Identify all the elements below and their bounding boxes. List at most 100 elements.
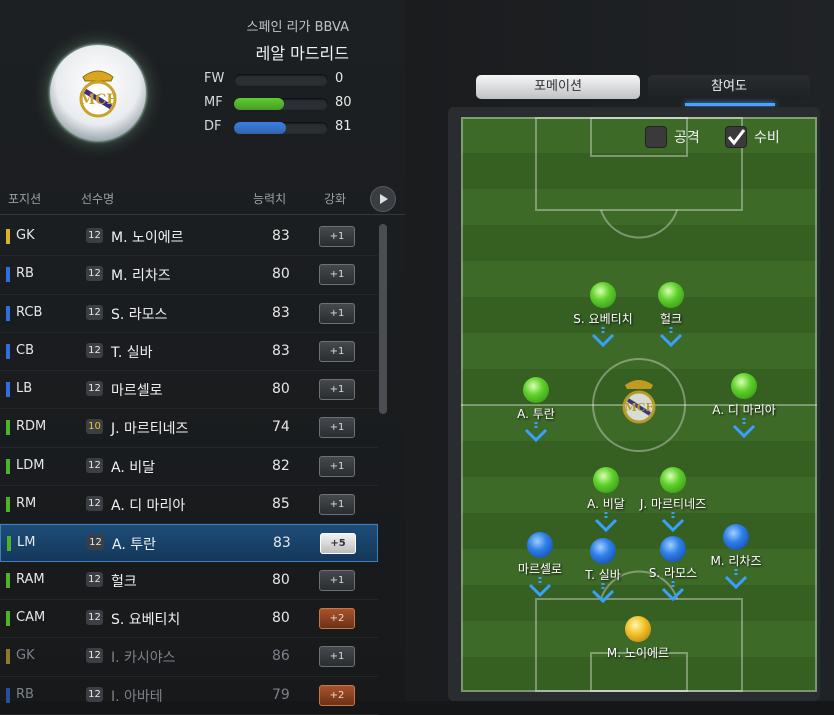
- enhance-level-button[interactable]: +2: [319, 607, 355, 629]
- player-rating: 82: [272, 457, 290, 474]
- player-row[interactable]: LB 12 마르셀로 80 +1: [0, 371, 378, 410]
- col-rating[interactable]: 능력치: [253, 190, 286, 207]
- stat-value: 0: [335, 71, 344, 86]
- defense-checkbox[interactable]: [725, 126, 747, 148]
- enhance-level-button[interactable]: +1: [319, 569, 355, 591]
- enhance-level-button[interactable]: +1: [319, 417, 355, 439]
- move-down-arrow-icon: [659, 327, 683, 348]
- team-header: MCF 스페인 리가 BBVA 레알 마드리드 FW 0 MF 80 DF 81: [0, 0, 405, 185]
- player-position: CAM: [16, 609, 46, 625]
- player-name: J. 마르티네즈: [111, 421, 189, 438]
- player-name: A. 디 마리아: [111, 498, 186, 515]
- pitch-player-marker[interactable]: [660, 467, 686, 493]
- squad-panel: MCF 스페인 리가 BBVA 레알 마드리드 FW 0 MF 80 DF 81 포…: [0, 0, 405, 715]
- move-down-arrow-icon: [591, 583, 615, 604]
- pitch-player-marker[interactable]: [523, 377, 549, 403]
- pitch-player-marker[interactable]: [660, 536, 686, 562]
- pitch-player-marker[interactable]: [590, 282, 616, 308]
- player-row[interactable]: GK 12 I. 카시야스 86 +1: [0, 638, 378, 677]
- pitch-player-name: 헐크: [659, 312, 683, 326]
- move-down-arrow-icon: [591, 327, 615, 348]
- tab-participation[interactable]: 참여도: [648, 75, 810, 99]
- pitch-player-marker[interactable]: [723, 524, 749, 550]
- player-position: RB: [16, 266, 34, 282]
- enhance-level-button[interactable]: +1: [319, 455, 355, 477]
- player-row[interactable]: GK 12 M. 노이에르 83 +1: [0, 218, 378, 257]
- move-down-arrow-icon: [594, 512, 618, 533]
- pitch-player-name: S. 라모스: [648, 566, 698, 580]
- defense-label: 수비: [754, 130, 780, 146]
- player-position: RCB: [16, 304, 43, 320]
- player-list: GK 12 M. 노이에르 83 +1 RB 12 M. 리차즈 80 +1 R…: [0, 218, 378, 715]
- player-row[interactable]: CAM 12 S. 요베티치 80 +2: [0, 600, 378, 639]
- player-name: I. 카시야스: [111, 650, 176, 667]
- card-season-badge: 12: [87, 535, 104, 551]
- player-position: LDM: [16, 457, 45, 473]
- pitch-player-name: M. 리차즈: [710, 554, 762, 568]
- pitch-player-marker[interactable]: [593, 467, 619, 493]
- player-row[interactable]: CB 12 T. 실바 83 +1: [0, 333, 378, 372]
- player-row[interactable]: RAM 12 헐크 80 +1: [0, 562, 378, 600]
- player-row[interactable]: RM 12 A. 디 마리아 85 +1: [0, 486, 378, 525]
- pitch-player-marker[interactable]: [590, 538, 616, 564]
- enhance-level-button[interactable]: +1: [319, 226, 355, 247]
- move-down-arrow-icon: [732, 418, 756, 439]
- position-color-bar: [6, 229, 10, 244]
- player-row[interactable]: LM 12 A. 투란 83 +5: [0, 524, 378, 562]
- enhance-level-button[interactable]: +1: [319, 340, 355, 362]
- card-season-badge: 12: [86, 609, 103, 625]
- stat-label: DF: [204, 119, 222, 134]
- next-page-button[interactable]: [370, 186, 396, 212]
- tab-formation[interactable]: 포메이션: [476, 75, 640, 99]
- card-season-badge: 12: [86, 266, 103, 282]
- position-color-bar: [6, 420, 10, 436]
- pitch-player-marker[interactable]: [625, 616, 651, 642]
- card-season-badge: 12: [86, 228, 103, 243]
- pitch-player-marker[interactable]: [527, 532, 553, 558]
- enhance-level-button[interactable]: +1: [319, 264, 355, 286]
- svg-text:MCF: MCF: [80, 92, 117, 108]
- move-down-arrow-icon: [524, 422, 548, 443]
- move-down-arrow-icon: [724, 569, 748, 590]
- enhance-level-button[interactable]: +1: [319, 379, 355, 401]
- active-tab-indicator: [685, 103, 775, 106]
- col-name[interactable]: 선수명: [81, 190, 114, 207]
- position-color-bar: [6, 267, 10, 283]
- pitch-player-marker[interactable]: [658, 282, 684, 308]
- card-season-badge: 10: [86, 419, 103, 435]
- player-row[interactable]: RB 12 I. 아바테 79 +2: [0, 677, 378, 715]
- enhance-level-button[interactable]: +5: [320, 533, 356, 555]
- player-name: M. 노이에르: [111, 230, 184, 246]
- card-season-badge: 12: [86, 686, 103, 702]
- player-name: S. 요베티치: [111, 611, 181, 628]
- enhance-level-button[interactable]: +1: [319, 302, 355, 324]
- player-name: 헐크: [111, 573, 137, 590]
- club-badge: MCF: [50, 45, 146, 141]
- player-rating: 85: [272, 496, 290, 513]
- player-rating: 86: [272, 648, 290, 665]
- player-row[interactable]: RCB 12 S. 라모스 83 +1: [0, 295, 378, 333]
- player-position: RB: [16, 686, 34, 702]
- attack-checkbox[interactable]: [645, 126, 667, 148]
- player-position: LB: [16, 381, 33, 397]
- col-enhance[interactable]: 강화: [324, 190, 346, 207]
- stat-df: DF 81: [204, 118, 364, 138]
- position-color-bar: [6, 572, 10, 588]
- pitch-player-name: S. 요베티치: [573, 312, 633, 326]
- position-color-bar: [7, 536, 11, 552]
- player-row[interactable]: RDM 10 J. 마르티네즈 74 +1: [0, 409, 378, 448]
- list-scrollbar[interactable]: [379, 224, 387, 414]
- pitch-player-marker[interactable]: [731, 373, 757, 399]
- enhance-level-button[interactable]: +1: [319, 494, 355, 516]
- move-down-arrow-icon: [661, 581, 685, 602]
- enhance-level-button[interactable]: +2: [319, 684, 355, 706]
- player-rating: 74: [272, 419, 290, 436]
- player-row[interactable]: RB 12 M. 리차즈 80 +1: [0, 256, 378, 295]
- col-position[interactable]: 포지션: [8, 190, 41, 207]
- player-row[interactable]: LDM 12 A. 비달 82 +1: [0, 448, 378, 487]
- player-rating: 83: [272, 304, 290, 321]
- stat-fill: [234, 98, 284, 110]
- player-rating: 80: [272, 609, 290, 626]
- enhance-level-button[interactable]: +1: [319, 646, 355, 668]
- card-season-badge: 12: [86, 496, 103, 512]
